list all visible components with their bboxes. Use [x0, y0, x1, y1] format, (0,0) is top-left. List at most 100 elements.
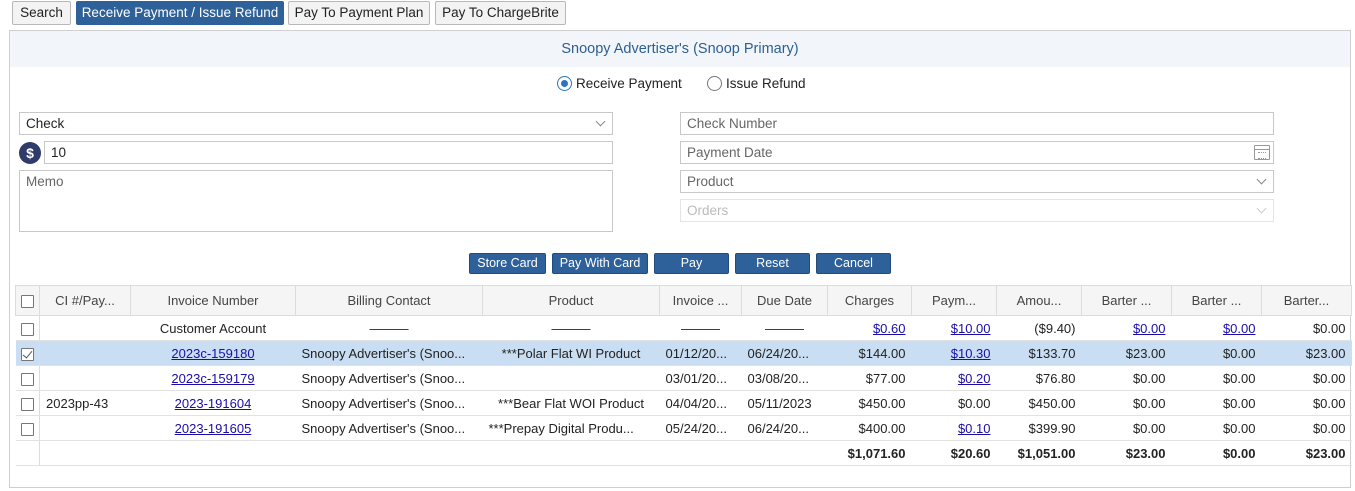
totals-spacer: [482, 440, 660, 466]
cancel-button[interactable]: Cancel: [816, 253, 891, 274]
column-header-invoice-number[interactable]: Invoice Number: [130, 285, 296, 316]
totals-row: $1,071.60 $20.60 $1,051.00 $23.00 $0.00 …: [15, 440, 1352, 466]
memo-textarea[interactable]: Memo: [19, 170, 613, 232]
total-barter-1: $23.00: [1081, 440, 1172, 466]
tab-chargebrite[interactable]: Pay To ChargeBrite: [435, 1, 566, 25]
dollar-icon: $: [19, 142, 41, 164]
cell-product: ***Prepay Digital Produ...: [482, 415, 660, 441]
cell-billing-contact: Snoopy Advertiser's (Snoo...: [295, 415, 483, 441]
cell-charges: $400.00: [827, 415, 912, 441]
cell-amount: $133.70: [996, 340, 1082, 366]
checkbox-icon: [20, 422, 34, 436]
row-checkbox[interactable]: [15, 340, 40, 366]
column-header-ci[interactable]: CI #/Pay...: [39, 285, 131, 316]
radio-unselected-icon: [707, 76, 722, 91]
reset-button[interactable]: Reset: [735, 253, 810, 274]
cell-barter-3: $0.00: [1261, 315, 1352, 341]
total-barter-2: $0.00: [1171, 440, 1262, 466]
invoice-number-link[interactable]: 2023c-159180: [171, 346, 254, 361]
amount-input[interactable]: 10: [44, 141, 613, 164]
tab-receive-payment[interactable]: Receive Payment / Issue Refund: [76, 1, 284, 25]
invoice-number-link[interactable]: 2023-191605: [175, 421, 252, 436]
column-header-payments[interactable]: Paym...: [911, 285, 997, 316]
row-checkbox[interactable]: [15, 415, 40, 441]
issue-refund-radio[interactable]: Issue Refund: [707, 76, 806, 91]
payment-method-select[interactable]: Check: [19, 112, 613, 135]
cell-invoice-date: ———: [659, 315, 742, 341]
column-header-billing-contact[interactable]: Billing Contact: [295, 285, 483, 316]
invoice-number-link[interactable]: 2023-191604: [175, 396, 252, 411]
cell-ci: 2023pp-43: [39, 390, 131, 416]
checkbox-icon: [20, 372, 34, 386]
payments-link[interactable]: $10.30: [951, 346, 991, 361]
table-header-row: CI #/Pay... Invoice Number Billing Conta…: [15, 285, 1352, 316]
check-number-input[interactable]: Check Number: [680, 112, 1274, 135]
cell-barter-2: $0.00: [1171, 415, 1262, 441]
select-all-checkbox[interactable]: [15, 285, 40, 316]
row-checkbox[interactable]: [15, 390, 40, 416]
chevron-down-icon: [1256, 174, 1267, 185]
cell-barter-2: $0.00: [1171, 390, 1262, 416]
pay-button[interactable]: Pay: [654, 253, 729, 274]
column-header-barter-1[interactable]: Barter ...: [1081, 285, 1172, 316]
cell-charges: $77.00: [827, 365, 912, 391]
table-row[interactable]: 2023c-159180 Snoopy Advertiser's (Snoo..…: [15, 340, 1352, 366]
cell-billing-contact: Snoopy Advertiser's (Snoo...: [295, 365, 483, 391]
panel-title: Snoopy Advertiser's (Snoop Primary): [10, 31, 1350, 67]
cell-ci: [39, 315, 131, 341]
column-header-amount[interactable]: Amou...: [996, 285, 1082, 316]
product-select[interactable]: Product: [680, 170, 1274, 193]
charges-link[interactable]: $0.60: [873, 321, 906, 336]
cell-amount: $450.00: [996, 390, 1082, 416]
cell-barter-2: $0.00: [1171, 365, 1262, 391]
cell-payments: $0.00: [911, 390, 997, 416]
checkbox-icon: [20, 322, 34, 336]
cell-due-date: ———: [741, 315, 828, 341]
cell-charges: $450.00: [827, 390, 912, 416]
cell-invoice-date: 01/12/20...: [659, 340, 742, 366]
table-row-customer-account[interactable]: Customer Account ——— ——— ——— ——— $0.60 $…: [15, 315, 1352, 341]
cell-billing-contact: ———: [295, 315, 483, 341]
store-card-button[interactable]: Store Card: [469, 253, 546, 274]
checkbox-icon: [20, 397, 34, 411]
totals-spacer: [130, 440, 296, 466]
chevron-down-icon: [1256, 203, 1267, 214]
table-row[interactable]: 2023pp-43 2023-191604 Snoopy Advertiser'…: [15, 390, 1352, 416]
table-row[interactable]: 2023c-159179 Snoopy Advertiser's (Snoo..…: [15, 365, 1352, 391]
column-header-barter-2[interactable]: Barter ...: [1171, 285, 1262, 316]
cell-barter-3: $0.00: [1261, 390, 1352, 416]
tab-search[interactable]: Search: [12, 1, 71, 25]
cell-billing-contact: Snoopy Advertiser's (Snoo...: [295, 390, 483, 416]
table-row[interactable]: 2023-191605 Snoopy Advertiser's (Snoo...…: [15, 415, 1352, 441]
pay-with-card-button[interactable]: Pay With Card: [552, 253, 648, 274]
payment-date-input[interactable]: Payment Date: [680, 141, 1274, 164]
column-header-due-date[interactable]: Due Date: [741, 285, 828, 316]
cell-barter-2: $0.00: [1171, 340, 1262, 366]
cell-due-date: 05/11/2023: [741, 390, 828, 416]
cell-barter-3: $0.00: [1261, 365, 1352, 391]
totals-spacer: [741, 440, 828, 466]
cell-ci: [39, 415, 131, 441]
cell-amount: $399.90: [996, 415, 1082, 441]
payments-link[interactable]: $10.00: [951, 321, 991, 336]
row-checkbox[interactable]: [15, 315, 40, 341]
column-header-charges[interactable]: Charges: [827, 285, 912, 316]
cell-due-date: 03/08/20...: [741, 365, 828, 391]
barter-link[interactable]: $0.00: [1133, 321, 1166, 336]
barter-link[interactable]: $0.00: [1223, 321, 1256, 336]
tab-payment-plan[interactable]: Pay To Payment Plan: [288, 1, 430, 25]
receive-payment-radio[interactable]: Receive Payment: [557, 76, 682, 91]
row-checkbox[interactable]: [15, 365, 40, 391]
column-header-barter-3[interactable]: Barter...: [1261, 285, 1352, 316]
calendar-icon[interactable]: [1254, 145, 1270, 160]
totals-spacer: [15, 440, 40, 466]
chevron-down-icon: [595, 116, 606, 127]
column-header-product[interactable]: Product: [482, 285, 660, 316]
cell-ci: [39, 340, 131, 366]
column-header-invoice-date[interactable]: Invoice ...: [659, 285, 742, 316]
payments-link[interactable]: $0.10: [958, 421, 991, 436]
cell-product: ***Polar Flat WI Product: [482, 340, 660, 366]
invoice-number-link[interactable]: 2023c-159179: [171, 371, 254, 386]
cell-product: ———: [482, 315, 660, 341]
payments-link[interactable]: $0.20: [958, 371, 991, 386]
